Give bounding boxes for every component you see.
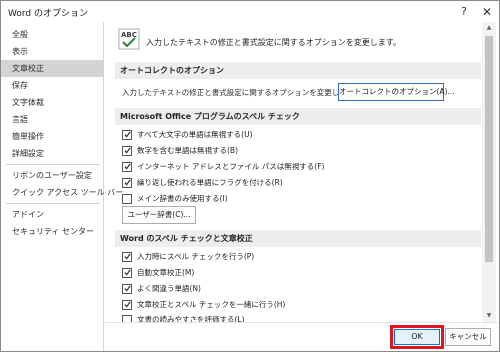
- option-label: 自動文章校正(M): [137, 268, 195, 277]
- scroll-down-icon[interactable]: ▼: [482, 310, 496, 322]
- checkbox[interactable]: [122, 130, 132, 140]
- checkmark-icon: [124, 285, 131, 292]
- custom-dictionaries-button[interactable]: ユーザー辞書(C)...: [122, 206, 196, 224]
- option-label: インターネット アドレスとファイル パスは無視する(F): [137, 162, 325, 171]
- option-label: すべて大文字の単語は無視する(U): [137, 130, 253, 139]
- sidebar-item-display[interactable]: 表示: [1, 43, 104, 60]
- checkmark-icon: [124, 163, 131, 170]
- checkbox[interactable]: [122, 268, 132, 278]
- sidebar-item-quick-access-toolbar[interactable]: クイック アクセス ツール バー: [1, 184, 123, 201]
- checkmark-icon: [124, 179, 131, 186]
- checkbox[interactable]: [122, 300, 132, 310]
- option-label: 入力時にスペル チェックを行う(P): [137, 252, 255, 261]
- sidebar-item-trust-center[interactable]: セキュリティ センター: [1, 223, 104, 240]
- autocorrect-options-button[interactable]: オートコレクトのオプション(A)...: [338, 83, 455, 101]
- title-bar: Word のオプション ? ✕: [1, 1, 499, 23]
- content-scrollbar[interactable]: ▲ ▼: [482, 22, 496, 322]
- checkbox[interactable]: [122, 162, 132, 172]
- checkbox[interactable]: [122, 146, 132, 156]
- scroll-up-icon[interactable]: ▲: [482, 22, 496, 34]
- section-header-autocorrect: オートコレクトのオプション: [115, 62, 481, 79]
- sidebar-item-general[interactable]: 全般: [1, 26, 104, 43]
- help-icon[interactable]: ?: [453, 1, 475, 23]
- option-label: 繰り返し使われる単語にフラグを付ける(R): [137, 178, 283, 187]
- section-header-word-spelling: Word のスペル チェックと文章校正: [115, 230, 481, 247]
- abc-check-icon: ABC: [118, 28, 140, 50]
- checkbox[interactable]: [122, 178, 132, 188]
- section-header-office-spelling: Microsoft Office プログラムのスペル チェック: [115, 108, 481, 125]
- sidebar-item-proofing[interactable]: 文章校正: [1, 60, 104, 77]
- sidebar-divider: [6, 164, 100, 165]
- ok-button[interactable]: OK: [394, 329, 440, 345]
- option-label: 文章校正とスペル チェックを一緒に行う(H): [137, 300, 286, 309]
- proofing-intro: 入力したテキストの修正と書式設定に関するオプションを変更します。: [146, 38, 401, 47]
- sidebar-item-accessibility[interactable]: 簡単操作: [1, 128, 104, 145]
- checkbox[interactable]: [122, 284, 132, 294]
- sidebar-item-advanced[interactable]: 詳細設定: [1, 145, 104, 162]
- checkmark-icon: [124, 147, 131, 154]
- sidebar-item-typography[interactable]: 文字体裁: [1, 94, 104, 111]
- sidebar-item-save[interactable]: 保存: [1, 77, 104, 94]
- sidebar-item-language[interactable]: 言語: [1, 111, 104, 128]
- options-sidebar: 全般 表示 文章校正 保存 文字体裁 言語 簡単操作 詳細設定 リボンのユーザー…: [1, 22, 123, 351]
- autocorrect-description: 入力したテキストの修正と書式設定に関するオプションを変更します。: [122, 88, 362, 97]
- dialog-title: Word のオプション: [8, 9, 88, 19]
- checkmark-icon: [124, 269, 131, 276]
- checkbox[interactable]: [122, 252, 132, 262]
- checkmark-icon: [124, 131, 131, 138]
- option-label: 数字を含む単語は無視する(B): [137, 146, 238, 155]
- sidebar-item-customize-ribbon[interactable]: リボンのユーザー設定: [1, 167, 104, 184]
- sidebar-item-addins[interactable]: アドイン: [1, 206, 104, 223]
- close-icon[interactable]: ✕: [476, 1, 498, 23]
- option-label: メイン辞書のみ使用する(I): [137, 194, 228, 203]
- scroll-thumb[interactable]: [485, 36, 493, 262]
- checkmark-icon: [124, 253, 131, 260]
- option-label: よく間違う単語(N): [137, 284, 201, 293]
- checkmark-icon: [124, 301, 131, 308]
- cancel-button[interactable]: キャンセル: [445, 328, 491, 346]
- checkbox[interactable]: [122, 194, 132, 204]
- sidebar-divider: [6, 203, 100, 204]
